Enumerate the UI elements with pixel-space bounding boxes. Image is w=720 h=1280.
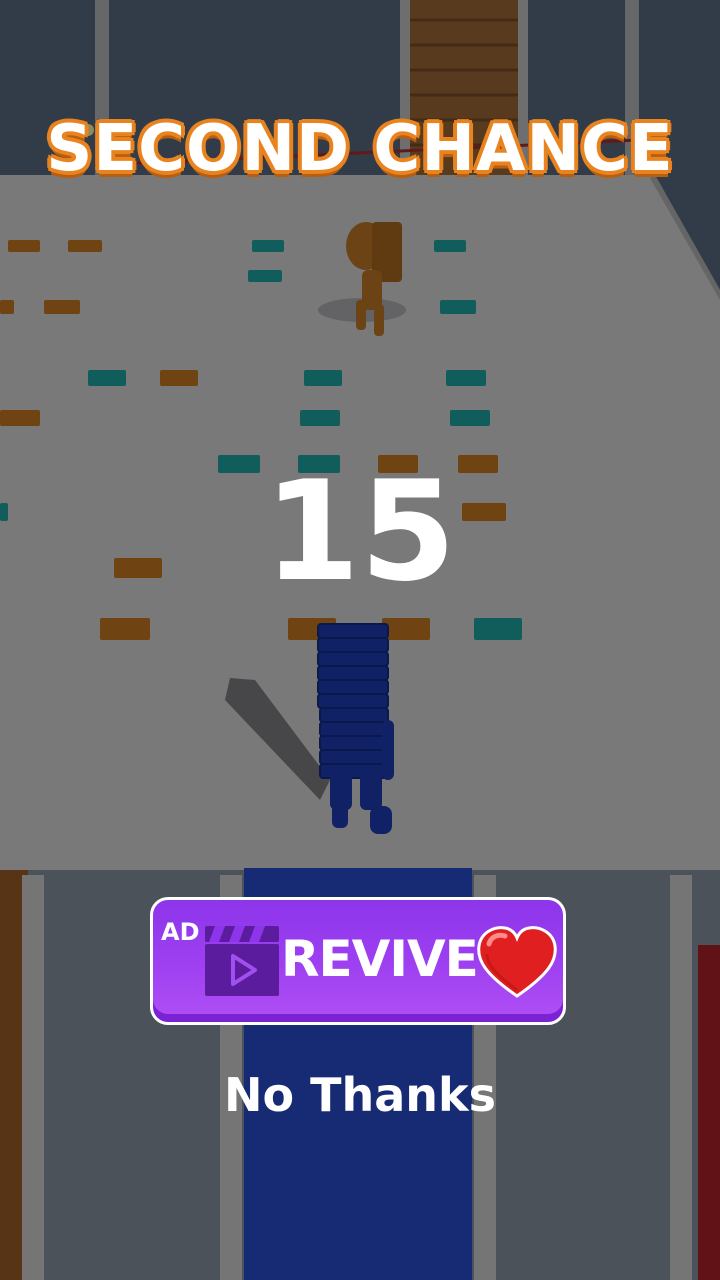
revive-button[interactable]: AD REVIVE <box>150 897 566 1025</box>
ad-badge: AD <box>161 918 200 946</box>
heart-icon <box>477 926 557 998</box>
second-chance-title: SECOND CHANCE <box>46 112 674 186</box>
video-clapper-icon <box>205 926 279 996</box>
no-thanks-button[interactable]: No Thanks <box>0 1068 720 1122</box>
revive-label: REVIVE <box>281 930 479 988</box>
countdown-timer: 15 <box>263 451 457 612</box>
